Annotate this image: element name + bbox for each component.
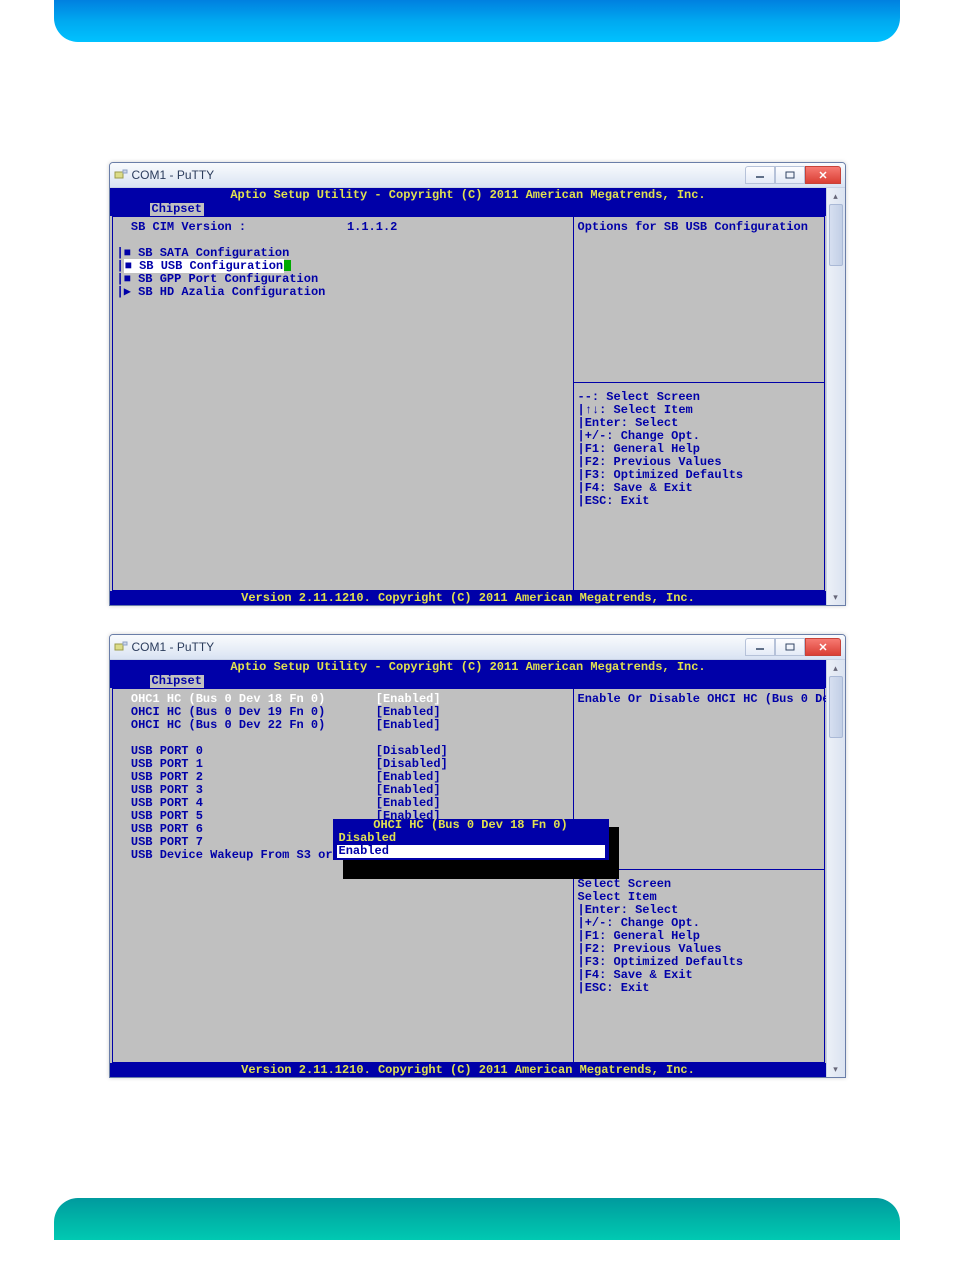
putty-icon <box>114 640 128 654</box>
scroll-down-icon[interactable]: ▾ <box>827 1061 845 1077</box>
minimize-button[interactable] <box>745 638 775 656</box>
scroll-down-icon[interactable]: ▾ <box>827 589 845 605</box>
tab-chipset[interactable]: Chipset <box>150 675 204 688</box>
scroll-up-icon[interactable]: ▴ <box>827 660 845 676</box>
context-help: Enable Or Disable OHCI HC (Bus 0 Dev 18 … <box>578 692 846 706</box>
putty-icon <box>114 168 128 182</box>
scroll-thumb[interactable] <box>829 204 843 266</box>
close-button[interactable] <box>805 638 841 656</box>
bios-tab-row: Chipset <box>110 674 827 688</box>
info-value: 1.1.1.2 <box>347 220 397 234</box>
cursor-icon <box>284 260 291 271</box>
popup-option-enabled[interactable]: Enabled <box>337 845 605 858</box>
putty-window-1: COM1 - PuTTY Aptio Setup Utility - Copyr… <box>109 162 846 606</box>
bios-tab-row: Chipset <box>110 202 827 216</box>
page-banner-top <box>54 0 900 42</box>
window-title: COM1 - PuTTY <box>132 640 745 654</box>
bios-footer: Version 2.11.1210. Copyright (C) 2011 Am… <box>110 591 827 605</box>
terminal-1[interactable]: Aptio Setup Utility - Copyright (C) 2011… <box>110 188 827 605</box>
scrollbar[interactable]: ▴ ▾ <box>826 188 845 605</box>
bios-header: Aptio Setup Utility - Copyright (C) 2011… <box>110 660 827 674</box>
putty-window-2: COM1 - PuTTY Aptio Setup Utility - Copyr… <box>109 634 846 1078</box>
tab-chipset[interactable]: Chipset <box>150 203 204 216</box>
minimize-button[interactable] <box>745 166 775 184</box>
option-popup: OHCI HC (Bus 0 Dev 18 Fn 0) Disabled Ena… <box>333 819 609 860</box>
scrollbar[interactable]: ▴ ▾ <box>826 660 845 1077</box>
popup-title: OHCI HC (Bus 0 Dev 18 Fn 0) <box>373 818 567 832</box>
window-titlebar[interactable]: COM1 - PuTTY <box>110 635 845 660</box>
bios-header: Aptio Setup Utility - Copyright (C) 2011… <box>110 188 827 202</box>
close-button[interactable] <box>805 166 841 184</box>
terminal-2[interactable]: Aptio Setup Utility - Copyright (C) 2011… <box>110 660 827 1077</box>
bios-footer: Version 2.11.1210. Copyright (C) 2011 Am… <box>110 1063 827 1077</box>
window-titlebar[interactable]: COM1 - PuTTY <box>110 163 845 188</box>
maximize-button[interactable] <box>775 166 805 184</box>
maximize-button[interactable] <box>775 638 805 656</box>
page-banner-bottom <box>54 1198 900 1240</box>
info-label: SB CIM Version : <box>131 220 246 234</box>
context-help: Options for SB USB Configuration <box>578 220 808 234</box>
scroll-up-icon[interactable]: ▴ <box>827 188 845 204</box>
nav-esc: |ESC: Exit <box>578 495 820 508</box>
nav-esc: |ESC: Exit <box>578 982 820 995</box>
window-title: COM1 - PuTTY <box>132 168 745 182</box>
menu-item-azalia[interactable]: |▶ SB HD Azalia Configuration <box>117 286 576 299</box>
scroll-thumb[interactable] <box>829 676 843 738</box>
